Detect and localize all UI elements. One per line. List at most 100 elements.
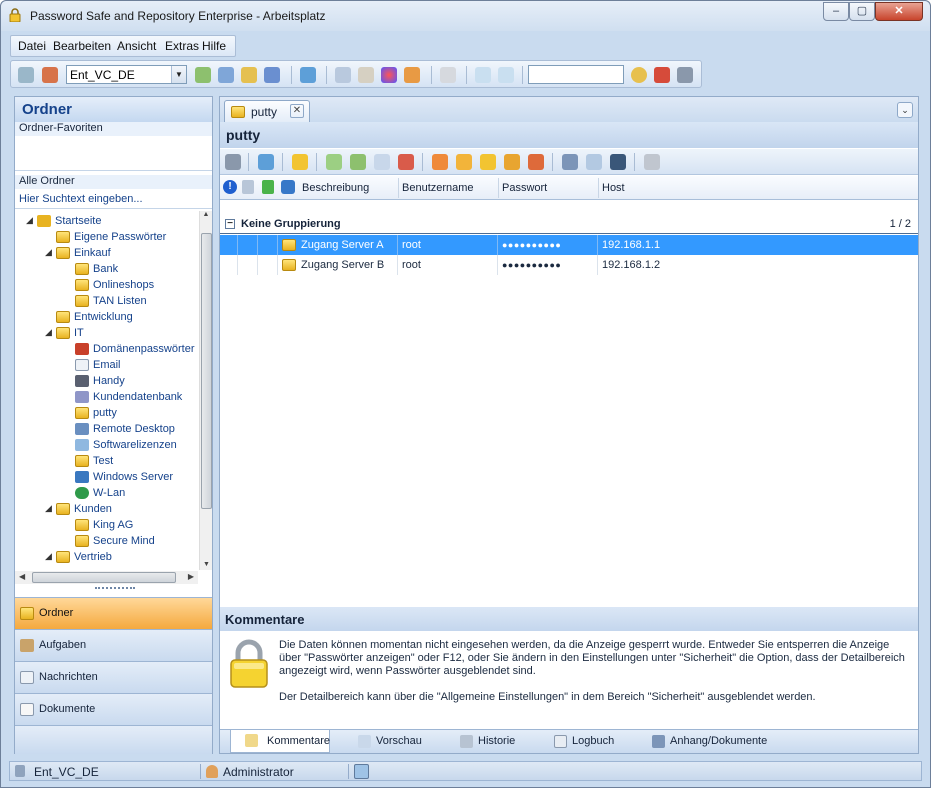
favorites-area[interactable] [15, 136, 212, 171]
users-icon[interactable] [404, 67, 420, 83]
copy-record-icon[interactable] [241, 67, 257, 83]
record-row[interactable]: Zugang Server B root ●●●●●●●●●● 192.168.1.2 [220, 255, 918, 275]
print-icon[interactable] [644, 154, 660, 170]
record-row[interactable]: Zugang Server A root ●●●●●●●●●● 192.168.1.1 [220, 235, 918, 255]
tab-historie[interactable]: Historie [460, 735, 515, 748]
tree-item-tan-listen[interactable]: TAN Listen [75, 293, 147, 309]
tree-item-einkauf[interactable]: ◢ Einkauf [45, 245, 111, 261]
tree-expander-icon[interactable]: ◢ [44, 248, 53, 257]
delete-record-icon[interactable] [398, 154, 414, 170]
document-icon[interactable] [440, 67, 456, 83]
edit-record-icon[interactable] [218, 67, 234, 83]
close-button[interactable]: ✕ [875, 2, 923, 21]
tree-item-secure-mind[interactable]: Secure Mind [75, 533, 155, 549]
menu-datei[interactable]: Datei [18, 39, 46, 53]
binoculars-icon[interactable] [677, 67, 693, 83]
monitor-icon[interactable] [610, 154, 626, 170]
scroll-right-icon[interactable]: ▶ [188, 572, 194, 581]
tab-vorschau[interactable]: Vorschau [358, 735, 422, 748]
priority-icon[interactable]: ! [223, 180, 237, 194]
tree-expander-icon[interactable]: ◢ [44, 504, 53, 513]
attachment-column-icon[interactable] [242, 180, 254, 194]
close-tab-icon[interactable]: ✕ [290, 104, 304, 118]
tree-expander-icon[interactable]: ◢ [25, 216, 34, 225]
search-input[interactable] [528, 65, 624, 84]
flag-column-icon[interactable] [262, 180, 274, 194]
menu-ansicht[interactable]: Ansicht [117, 39, 156, 53]
column-benutzername[interactable]: Benutzername [402, 182, 474, 194]
tree-horizontal-scrollbar[interactable]: ◀ ▶ [15, 571, 198, 584]
chevron-down-icon[interactable]: ▼ [171, 66, 186, 83]
lock-icon[interactable] [292, 154, 308, 170]
tree-item-vertrieb[interactable]: ◢ Vertrieb [45, 549, 112, 565]
search-icon[interactable] [631, 67, 647, 83]
splitter-grip[interactable] [95, 587, 135, 591]
show-passwords-icon[interactable] [225, 154, 241, 170]
scroll-up-icon[interactable]: ▲ [200, 211, 212, 218]
new-record-icon[interactable] [195, 67, 211, 83]
tree-item-it[interactable]: ◢ IT [45, 325, 84, 341]
type-column-icon[interactable] [281, 180, 295, 194]
tab-logbuch[interactable]: Logbuch [554, 735, 614, 748]
menu-hilfe[interactable]: Hilfe [202, 39, 226, 53]
column-host[interactable]: Host [602, 182, 625, 194]
scroll-down-icon[interactable]: ▼ [203, 561, 210, 568]
tree-item-handy[interactable]: Handy [75, 373, 125, 389]
list-icon[interactable] [358, 67, 374, 83]
color-wheel-icon[interactable] [381, 67, 397, 83]
menu-bearbeiten[interactable]: Bearbeiten [53, 39, 111, 53]
group-row[interactable]: − Keine Gruppierung 1 / 2 [220, 214, 918, 234]
folder-filter-input[interactable]: Hier Suchtext eingeben... [15, 189, 212, 209]
minimize-button[interactable]: ‒ [823, 2, 849, 21]
attachment-icon[interactable] [562, 154, 578, 170]
tab-kommentare[interactable]: Kommentare [230, 730, 330, 753]
menu-extras[interactable]: Extras [165, 39, 199, 53]
column-beschreibung[interactable]: Beschreibung [302, 182, 369, 194]
new-folder-icon[interactable] [432, 154, 448, 170]
collapse-icon[interactable]: ⌄ [897, 102, 913, 118]
form-icon[interactable] [475, 67, 491, 83]
tree-item-putty[interactable]: putty [75, 405, 117, 421]
tree-item-onlineshops[interactable]: Onlineshops [75, 277, 154, 293]
refresh-icon[interactable] [300, 67, 316, 83]
scroll-left-icon[interactable]: ◀ [19, 572, 25, 581]
edit-record-icon[interactable] [350, 154, 366, 170]
scroll-thumb[interactable] [201, 233, 212, 509]
user-icon[interactable] [264, 67, 280, 83]
copy-folder-icon[interactable] [480, 154, 496, 170]
database-select[interactable]: Ent_VC_DE ▼ [66, 65, 187, 84]
copy-record-icon[interactable] [374, 154, 390, 170]
nav-nachrichten[interactable]: Nachrichten [15, 661, 212, 693]
tree-item-startseite[interactable]: ◢ Startseite [26, 213, 101, 229]
tree-item-domänenpasswörter[interactable]: Domänenpasswörter [75, 341, 195, 357]
tree-item-email[interactable]: Email [75, 357, 121, 373]
tree-vertical-scrollbar[interactable]: ▲ ▼ [199, 211, 212, 570]
refresh-icon[interactable] [258, 154, 274, 170]
column-passwort[interactable]: Passwort [502, 182, 547, 194]
window-icon[interactable] [335, 67, 351, 83]
tree-item-eigene-passwörter[interactable]: Eigene Passwörter [56, 229, 166, 245]
tree-item-bank[interactable]: Bank [75, 261, 118, 277]
new-record-icon[interactable] [326, 154, 342, 170]
sync-status-icon[interactable] [354, 764, 369, 779]
tree-expander-icon[interactable]: ◢ [44, 552, 53, 561]
tree-item-kundendatenbank[interactable]: Kundendatenbank [75, 389, 182, 405]
connect-icon[interactable] [18, 67, 34, 83]
collapse-group-icon[interactable]: − [225, 219, 235, 229]
nav-aufgaben[interactable]: Aufgaben [15, 629, 212, 661]
tree-item-w-lan[interactable]: W-Lan [75, 485, 125, 501]
tab-anhang[interactable]: Anhang/Dokumente [652, 735, 767, 748]
tree-item-remote-desktop[interactable]: Remote Desktop [75, 421, 175, 437]
delete-folder-icon[interactable] [528, 154, 544, 170]
edit-folder-icon[interactable] [456, 154, 472, 170]
tab-putty[interactable]: putty ✕ [224, 100, 310, 122]
maximize-button[interactable]: ▢ [849, 2, 875, 21]
nav-ordner[interactable]: Ordner [15, 597, 212, 629]
tree-item-test[interactable]: Test [75, 453, 113, 469]
nav-dokumente[interactable]: Dokumente [15, 693, 212, 725]
tree-item-windows-server[interactable]: Windows Server [75, 469, 173, 485]
form-edit-icon[interactable] [498, 67, 514, 83]
tree-item-king-ag[interactable]: King AG [75, 517, 133, 533]
move-folder-icon[interactable] [504, 154, 520, 170]
scroll-thumb[interactable] [32, 572, 176, 583]
